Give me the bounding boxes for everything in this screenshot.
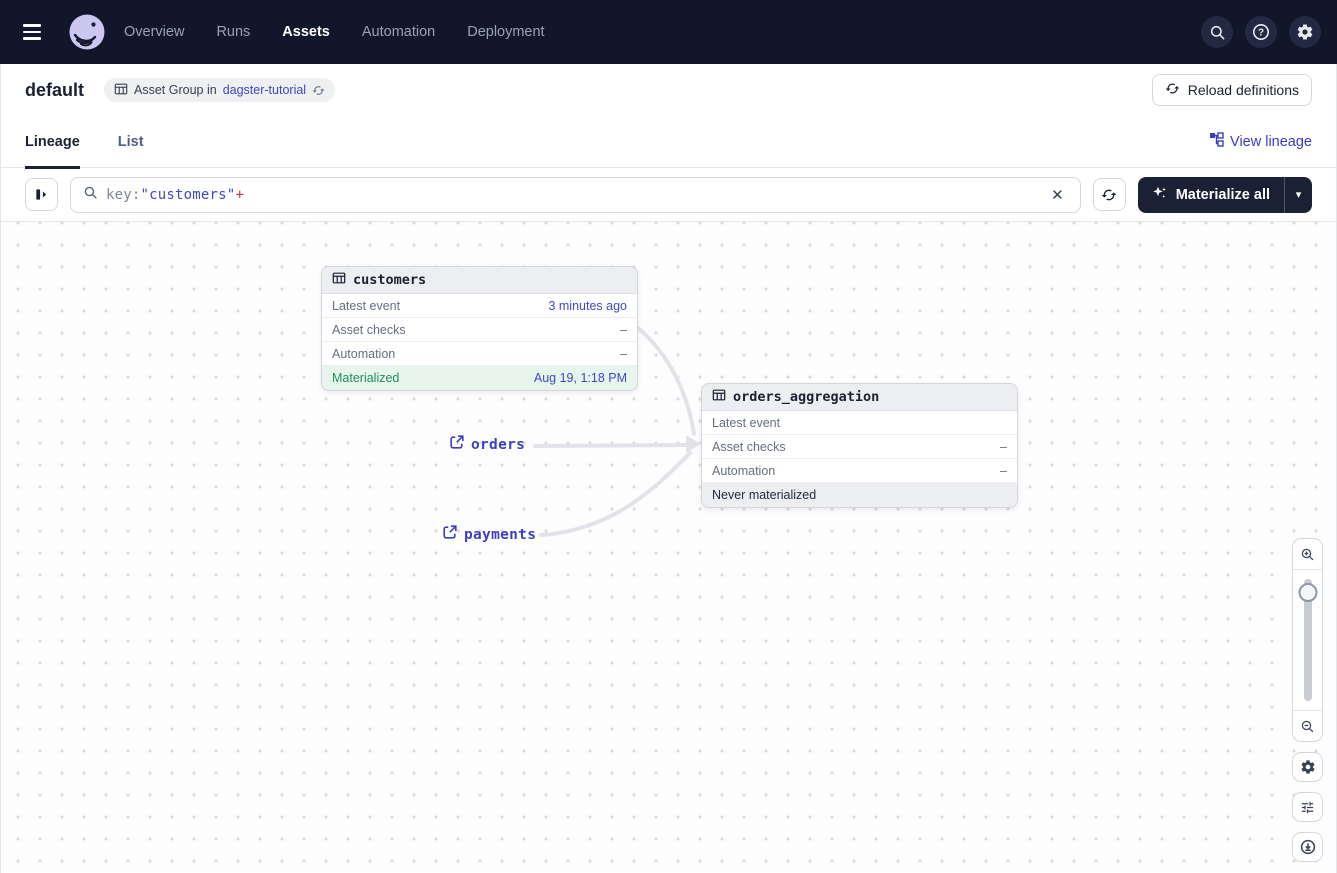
tab-list[interactable]: List [118,116,144,168]
tabs-bar: Lineage List View lineage [1,116,1336,168]
nav-menu: Overview Runs Assets Automation Deployme… [124,24,545,40]
reload-definitions-label: Reload definitions [1188,82,1299,98]
external-asset-orders[interactable]: orders [450,435,525,454]
search-icon [83,185,98,205]
external-asset-payments[interactable]: payments [443,525,536,544]
svg-text:?: ? [1258,28,1264,39]
asset-name: customers [353,272,426,288]
nav-item-assets[interactable]: Assets [282,24,330,40]
recenter-download-icon[interactable] [1292,832,1323,862]
query-key-token: key: [106,187,141,203]
lineage-graph-icon [1209,132,1224,151]
refresh-location-icon[interactable] [312,84,325,97]
query-value-token: "customers" [141,187,236,203]
table-icon [712,388,726,406]
top-navigation-bar: Overview Runs Assets Automation Deployme… [0,0,1337,64]
external-link-icon [443,525,457,544]
page-content: default Asset Group in dagster-tutorial … [0,64,1337,873]
expand-panel-button[interactable] [25,178,58,211]
external-link-icon [450,435,464,454]
clear-search-icon[interactable]: ✕ [1047,184,1068,206]
refresh-graph-button[interactable] [1093,178,1126,211]
graph-filters-sliders-icon[interactable] [1292,792,1323,822]
view-lineage-link[interactable]: View lineage [1209,132,1312,151]
zoom-slider[interactable] [1293,570,1322,710]
graph-view-controls [1292,538,1323,862]
asset-node-orders-aggregation[interactable]: orders_aggregation Latest event Asset ch… [701,383,1018,508]
node-row-latest-event: Latest event3 minutes ago [322,294,637,318]
asset-node-customers[interactable]: customers Latest event3 minutes ago Asse… [321,266,638,391]
lineage-graph-canvas[interactable]: customers Latest event3 minutes ago Asse… [1,222,1336,872]
materialize-options-caret[interactable]: ▾ [1284,177,1312,213]
asset-group-badge: Asset Group in dagster-tutorial [104,78,335,102]
zoom-in-icon[interactable] [1293,539,1322,569]
lineage-toolbar: key:"customers"+ ✕ Materialize all ▾ [1,168,1336,222]
materialized-date-link[interactable]: Aug 19, 1:18 PM [534,371,627,385]
reload-icon [1165,81,1180,99]
page-header: default Asset Group in dagster-tutorial … [1,64,1336,116]
reload-definitions-button[interactable]: Reload definitions [1152,74,1312,106]
query-operator-token: + [235,187,244,203]
external-asset-label: payments [464,527,536,543]
nav-item-runs[interactable]: Runs [216,24,250,40]
node-row-automation: Automation– [322,342,637,366]
code-location-link[interactable]: dagster-tutorial [223,83,306,97]
search-icon[interactable] [1201,16,1233,48]
sparkle-icon [1152,185,1168,205]
page-title: default [25,80,84,101]
node-row-materialized-status: Never materialized [702,483,1017,507]
help-icon[interactable]: ? [1245,16,1277,48]
node-row-latest-event: Latest event [702,411,1017,435]
materialize-all-split-button: Materialize all ▾ [1138,177,1312,213]
node-row-materialized-status: MaterializedAug 19, 1:18 PM [322,366,637,390]
materialize-all-label: Materialize all [1176,187,1270,203]
asset-group-icon [114,82,128,99]
graph-settings-gear-icon[interactable] [1292,752,1323,782]
asset-search-input[interactable]: key:"customers"+ ✕ [70,177,1081,213]
nav-item-automation[interactable]: Automation [362,24,435,40]
materialize-all-button[interactable]: Materialize all [1138,177,1284,213]
latest-event-link[interactable]: 3 minutes ago [548,299,627,313]
asset-group-badge-text: Asset Group in [134,83,217,97]
node-row-automation: Automation– [702,459,1017,483]
lineage-edges [1,222,1336,872]
zoom-control [1292,538,1323,742]
hamburger-menu-icon[interactable] [20,16,52,48]
tab-lineage[interactable]: Lineage [25,116,80,168]
node-row-asset-checks: Asset checks– [702,435,1017,459]
gear-icon[interactable] [1289,16,1321,48]
nav-item-overview[interactable]: Overview [124,24,184,40]
nav-item-deployment[interactable]: Deployment [467,24,544,40]
zoom-out-icon[interactable] [1293,711,1322,741]
external-asset-label: orders [471,437,525,453]
asset-name: orders_aggregation [733,389,879,405]
view-lineage-label: View lineage [1230,134,1312,150]
dagster-logo[interactable] [68,13,106,51]
zoom-slider-handle[interactable] [1298,583,1317,602]
node-row-asset-checks: Asset checks– [322,318,637,342]
table-icon [332,271,346,289]
